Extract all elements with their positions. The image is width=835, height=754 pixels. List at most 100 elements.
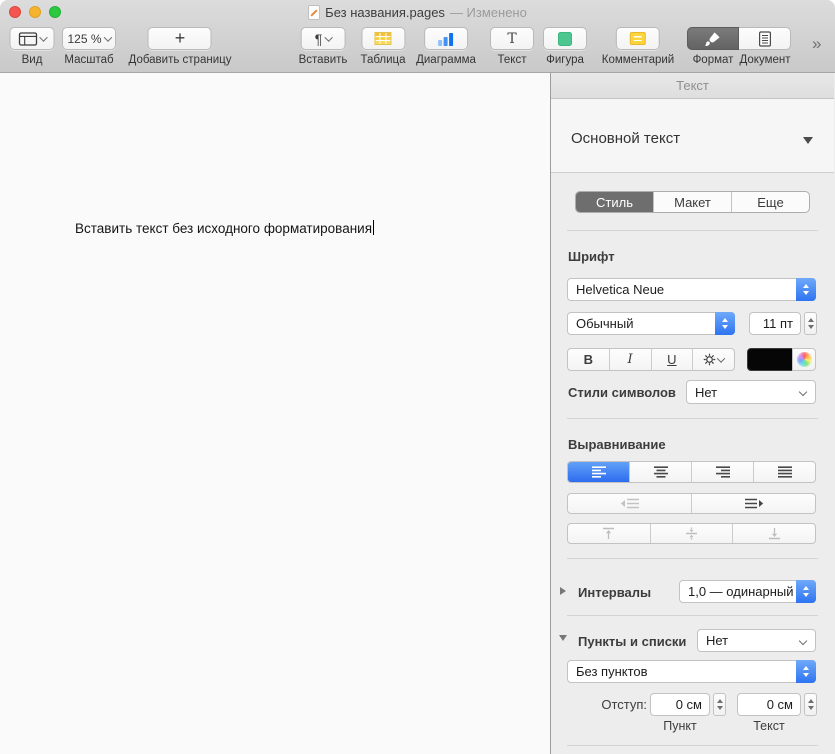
paragraph-style-name: Основной текст bbox=[571, 130, 680, 147]
view-icon bbox=[18, 32, 37, 46]
document-button[interactable] bbox=[739, 27, 791, 50]
document-canvas[interactable]: Вставить текст без исходного форматирова… bbox=[0, 73, 551, 754]
italic-button[interactable]: I bbox=[609, 349, 651, 370]
insert-button[interactable]: ¶ bbox=[301, 27, 346, 50]
text-caret bbox=[373, 220, 374, 235]
vertical-align-buttons bbox=[567, 523, 816, 544]
toolbar-overflow-button[interactable]: » bbox=[812, 34, 820, 54]
font-size-field[interactable]: 11 пт bbox=[749, 312, 801, 335]
bullet-indent-stepper[interactable] bbox=[713, 693, 726, 716]
align-center-button[interactable] bbox=[629, 462, 691, 482]
stepper-icon[interactable] bbox=[796, 580, 816, 603]
stepper-icon[interactable] bbox=[796, 278, 816, 301]
bullet-type-dropdown[interactable]: Без пунктов bbox=[567, 660, 816, 683]
bullet-type-value: Без пунктов bbox=[576, 664, 648, 679]
format-button[interactable] bbox=[687, 27, 739, 50]
advanced-options-button[interactable] bbox=[692, 349, 734, 370]
table-button[interactable] bbox=[361, 27, 405, 50]
valign-top-icon bbox=[602, 527, 615, 540]
insert-tool: ¶ Вставить bbox=[299, 27, 348, 66]
chart-button[interactable] bbox=[424, 27, 468, 50]
pilcrow-icon: ¶ bbox=[315, 31, 323, 47]
view-button[interactable] bbox=[10, 27, 55, 50]
chevron-down-icon bbox=[799, 388, 807, 396]
table-icon bbox=[375, 32, 392, 45]
spacing-dropdown[interactable]: 1,0 — одинарный bbox=[679, 580, 816, 603]
align-right-icon bbox=[715, 466, 731, 478]
comment-button[interactable] bbox=[616, 27, 660, 50]
view-tool: Вид bbox=[10, 27, 55, 66]
bold-button[interactable]: B bbox=[568, 349, 609, 370]
bullet-indent-caption: Пункт bbox=[650, 719, 710, 733]
align-left-icon bbox=[591, 466, 607, 478]
text-icon: T bbox=[507, 31, 516, 47]
valign-bottom-icon bbox=[768, 527, 781, 540]
document-title: Без названия.pages bbox=[325, 5, 445, 20]
lists-style-value: Нет bbox=[706, 633, 728, 648]
valign-top-button bbox=[568, 524, 650, 543]
shape-icon bbox=[558, 32, 572, 46]
chevron-down-icon bbox=[39, 33, 47, 41]
zoom-button[interactable]: 125 % bbox=[62, 27, 116, 50]
text-indent-stepper[interactable] bbox=[804, 693, 817, 716]
char-styles-dropdown[interactable]: Нет bbox=[686, 380, 816, 404]
align-justify-icon bbox=[777, 466, 793, 478]
tab-more[interactable]: Еще bbox=[731, 192, 809, 212]
align-justify-button[interactable] bbox=[753, 462, 815, 482]
tab-layout[interactable]: Макет bbox=[653, 192, 731, 212]
align-right-button[interactable] bbox=[691, 462, 753, 482]
char-styles-value: Нет bbox=[695, 385, 717, 400]
shape-button[interactable] bbox=[543, 27, 587, 50]
lists-style-dropdown[interactable]: Нет bbox=[697, 629, 816, 652]
table-tool: Таблица bbox=[360, 27, 405, 66]
bullet-indent-field[interactable]: 0 см bbox=[650, 693, 710, 716]
divider bbox=[567, 558, 818, 559]
valign-middle-icon bbox=[685, 527, 698, 540]
text-color-well[interactable] bbox=[747, 348, 793, 371]
typeface-dropdown[interactable]: Обычный bbox=[567, 312, 735, 335]
textbox-button[interactable]: T bbox=[490, 27, 534, 50]
lists-disclosure-icon[interactable] bbox=[559, 635, 567, 641]
typeface-value: Обычный bbox=[576, 316, 633, 331]
style-disclosure-icon[interactable] bbox=[803, 137, 813, 144]
divider bbox=[567, 418, 818, 419]
text-indent-field[interactable]: 0 см bbox=[737, 693, 801, 716]
align-left-button[interactable] bbox=[568, 462, 629, 482]
decrease-indent-icon bbox=[620, 498, 640, 509]
chart-icon bbox=[438, 32, 455, 46]
comment-icon bbox=[630, 32, 646, 45]
divider bbox=[567, 615, 818, 616]
indent-label: Отступ: bbox=[591, 697, 647, 712]
pages-window: Без названия.pages — Изменено Вид 125 % … bbox=[0, 0, 835, 754]
inspector-panel-title: Текст bbox=[551, 73, 834, 99]
spacing-value: 1,0 — одинарный bbox=[688, 584, 794, 599]
lists-label: Пункты и списки bbox=[578, 634, 686, 649]
inspector-tabs: Стиль Макет Еще bbox=[575, 191, 810, 213]
color-picker-button[interactable] bbox=[792, 348, 816, 371]
spacing-disclosure-icon[interactable] bbox=[560, 587, 566, 595]
stepper-icon[interactable] bbox=[796, 660, 816, 683]
underline-button[interactable]: U bbox=[651, 349, 693, 370]
font-size-stepper[interactable] bbox=[804, 312, 817, 335]
font-family-dropdown[interactable]: Helvetica Neue bbox=[567, 278, 816, 301]
chevron-down-icon bbox=[799, 636, 807, 644]
decrease-indent-button bbox=[568, 494, 691, 513]
gear-icon bbox=[703, 353, 716, 366]
document-text[interactable]: Вставить текст без исходного форматирова… bbox=[75, 220, 374, 236]
comment-tool: Комментарий bbox=[602, 27, 674, 66]
paragraph-style-zone[interactable]: Основной текст bbox=[551, 99, 834, 173]
modified-status: — Изменено bbox=[450, 5, 527, 20]
increase-indent-button[interactable] bbox=[691, 494, 815, 513]
stepper-icon[interactable] bbox=[715, 312, 735, 335]
color-wheel-icon bbox=[797, 352, 812, 367]
tab-style[interactable]: Стиль bbox=[576, 192, 653, 212]
plus-icon: + bbox=[175, 29, 186, 47]
alignment-buttons bbox=[567, 461, 816, 483]
pages-document-icon bbox=[308, 5, 320, 20]
textbox-tool: T Текст bbox=[490, 27, 534, 66]
inspector-switch: Формат Документ bbox=[687, 27, 791, 66]
divider bbox=[567, 745, 818, 746]
document-icon bbox=[758, 31, 772, 47]
add-page-button[interactable]: + bbox=[148, 27, 212, 50]
text-indent-value: 0 см bbox=[767, 697, 793, 712]
